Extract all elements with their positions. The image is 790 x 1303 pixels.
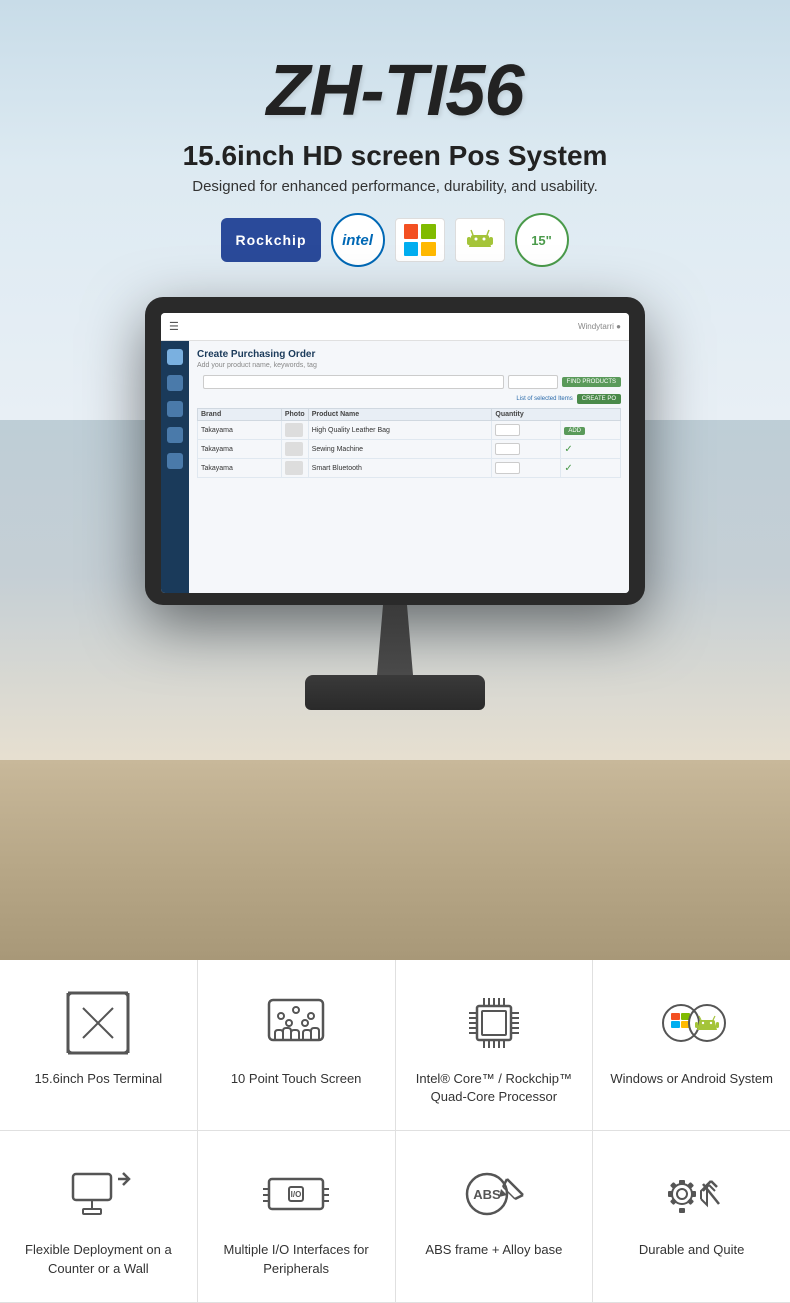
- products-table: Brand Photo Product Name Quantity Takaya…: [197, 408, 621, 478]
- features-row-1: 15.6inch Pos Terminal: [0, 960, 790, 1131]
- feature-io: I/O Multiple I/O Interfaces for Peripher…: [198, 1131, 396, 1301]
- row3-brand: Takayama: [198, 459, 282, 478]
- screen-search-input[interactable]: [203, 375, 504, 389]
- size-label: 15": [531, 233, 552, 248]
- col-product: Product Name: [308, 409, 492, 421]
- row2-photo: [281, 440, 308, 459]
- feature-pos-terminal: 15.6inch Pos Terminal: [0, 960, 198, 1130]
- row1-qty: [492, 421, 561, 440]
- screen-page-title: Create Purchasing Order: [197, 349, 621, 360]
- windows-badge: [395, 218, 445, 262]
- win-pane-red: [404, 224, 419, 239]
- row2-action: ✓: [561, 440, 621, 459]
- abs-icon: ABS: [459, 1159, 529, 1229]
- windows-logo: [404, 224, 436, 256]
- col-qty: Quantity: [492, 409, 621, 421]
- screen-supplier-row: FIND PRODUCTS: [197, 375, 621, 389]
- sidebar-item1: [167, 375, 183, 391]
- android-icon: [463, 223, 497, 257]
- hero-content: ZH-TI56 15.6inch HD screen Pos System De…: [0, 0, 790, 710]
- sidebar-item4: [167, 453, 183, 469]
- features-section: 15.6inch Pos Terminal: [0, 960, 790, 1303]
- features-row-2: Flexible Deployment on a Counter or a Wa…: [0, 1131, 790, 1302]
- feature-processor: Intel® Core™ / Rockchip™ Quad-Core Proce…: [396, 960, 594, 1130]
- screen-user: Windytarri ●: [578, 322, 621, 331]
- row3-photo: [281, 459, 308, 478]
- screen-page-subtitle: Add your product name, keywords, tag: [197, 362, 621, 369]
- row1-brand: Takayama: [198, 421, 282, 440]
- col-brand: Brand: [198, 409, 282, 421]
- feature-pos-label: 15.6inch Pos Terminal: [35, 1070, 163, 1088]
- win-pane-green: [421, 224, 436, 239]
- badge-row: Rockchip intel: [221, 213, 568, 267]
- screen-supplier-select[interactable]: [508, 375, 558, 389]
- create-po-button[interactable]: CREATE PO: [577, 394, 621, 404]
- table-row: Takayama Sewing Machine ✓: [198, 440, 621, 459]
- product-description: Designed for enhanced performance, durab…: [192, 178, 598, 195]
- row3-product: Smart Bluetooth: [308, 459, 492, 478]
- row3-action: ✓: [561, 459, 621, 478]
- monitor-stand-neck: [365, 605, 425, 675]
- win-pane-blue: [404, 242, 419, 257]
- product-subtitle: 15.6inch HD screen Pos System: [183, 140, 608, 172]
- feature-frame: ABS ABS frame + Alloy base: [396, 1131, 594, 1301]
- ground-bg: [0, 760, 790, 960]
- col-photo: Photo: [281, 409, 308, 421]
- expand-icon: [63, 988, 133, 1058]
- quiet-icon: [657, 1159, 727, 1229]
- win-pane-yellow: [421, 242, 436, 257]
- monitor-stand-base: [305, 675, 485, 710]
- monitor-wrap: ☰ Windytarri ●: [145, 297, 645, 710]
- row2-brand: Takayama: [198, 440, 282, 459]
- svg-text:ABS: ABS: [473, 1187, 501, 1202]
- monitor-screen: ☰ Windytarri ●: [161, 313, 629, 593]
- feature-durable-label: Durable and Quite: [639, 1241, 745, 1259]
- feature-os-label: Windows or Android System: [610, 1070, 773, 1088]
- table-row: Takayama Smart Bluetooth ✓: [198, 459, 621, 478]
- os-icon: [657, 988, 727, 1058]
- android-badge: [455, 218, 505, 262]
- feature-frame-label: ABS frame + Alloy base: [425, 1241, 562, 1259]
- io-icon: I/O: [261, 1159, 331, 1229]
- touch-icon: [261, 988, 331, 1058]
- screen-header: ☰ Windytarri ●: [161, 313, 629, 341]
- rockchip-label: Rockchip: [235, 232, 306, 248]
- row1-product: High Quality Leather Bag: [308, 421, 492, 440]
- sidebar-item2: [167, 401, 183, 417]
- row1-photo: [281, 421, 308, 440]
- deploy-icon: [63, 1159, 133, 1229]
- size-badge: 15": [515, 213, 569, 267]
- feature-io-label: Multiple I/O Interfaces for Peripherals: [214, 1241, 379, 1277]
- find-products-button[interactable]: FIND PRODUCTS: [562, 377, 621, 387]
- feature-os: Windows or Android System: [593, 960, 790, 1130]
- feature-deployment-label: Flexible Deployment on a Counter or a Wa…: [16, 1241, 181, 1277]
- sidebar-item3: [167, 427, 183, 443]
- screen-main-content: Create Purchasing Order Add your product…: [189, 341, 629, 593]
- row3-qty: [492, 459, 561, 478]
- feature-deployment: Flexible Deployment on a Counter or a Wa…: [0, 1131, 198, 1301]
- intel-badge: intel: [331, 213, 385, 267]
- product-title: ZH-TI56: [266, 50, 523, 132]
- sidebar-home: [167, 349, 183, 365]
- rockchip-badge: Rockchip: [221, 218, 320, 262]
- feature-durable: Durable and Quite: [593, 1131, 790, 1301]
- feature-touch-label: 10 Point Touch Screen: [231, 1070, 362, 1088]
- screen-body: Create Purchasing Order Add your product…: [161, 341, 629, 593]
- cpu-icon: [459, 988, 529, 1058]
- row2-product: Sewing Machine: [308, 440, 492, 459]
- feature-touch-screen: 10 Point Touch Screen: [198, 960, 396, 1130]
- intel-label: intel: [342, 232, 373, 249]
- monitor: ☰ Windytarri ●: [145, 297, 645, 605]
- table-row: Takayama High Quality Leather Bag ADD: [198, 421, 621, 440]
- screen-sidebar: [161, 341, 189, 593]
- list-selected-label: List of selected Items: [516, 396, 572, 402]
- svg-text:I/O: I/O: [291, 1190, 302, 1199]
- row1-action[interactable]: ADD: [561, 421, 621, 440]
- row2-qty: [492, 440, 561, 459]
- feature-processor-label: Intel® Core™ / Rockchip™ Quad-Core Proce…: [412, 1070, 577, 1106]
- hero-section: ZH-TI56 15.6inch HD screen Pos System De…: [0, 0, 790, 960]
